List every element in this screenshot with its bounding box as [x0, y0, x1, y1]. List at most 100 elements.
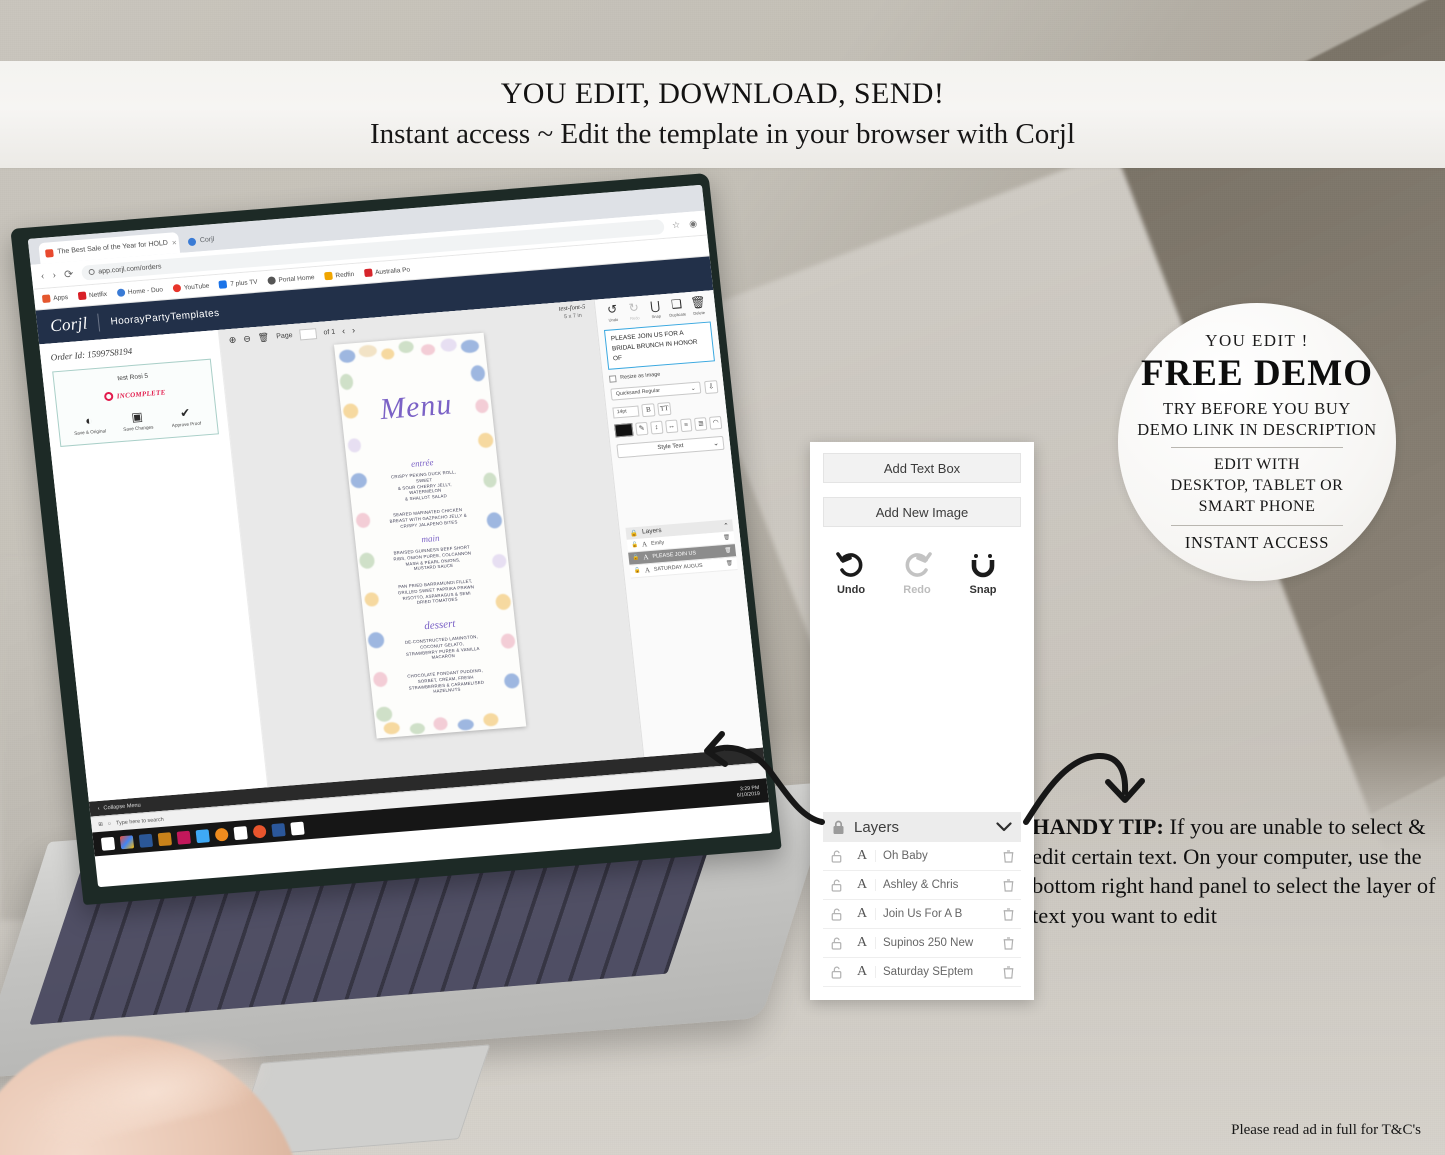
bookmark-item[interactable]: 7 plus TV [218, 278, 258, 289]
layer-row[interactable]: A Saturday SEptem [823, 958, 1021, 987]
taskbar-icon-folder[interactable] [195, 828, 210, 843]
bookmark-item[interactable]: Home - Duo [116, 285, 164, 297]
layer-row[interactable]: A Supinos 250 New [823, 929, 1021, 958]
badge-title: FREE DEMO [1140, 353, 1374, 395]
next-page-icon[interactable]: › [352, 325, 356, 335]
zoom-in-icon[interactable]: ⊕ [228, 334, 237, 346]
bookmark-item[interactable]: YouTube [172, 282, 210, 293]
zoom-out-icon[interactable]: ⊖ [243, 333, 252, 345]
taskbar-icon-explorer[interactable] [100, 836, 116, 851]
unlock-icon[interactable]: 🔓 [631, 542, 638, 549]
page-input[interactable] [298, 327, 318, 340]
save-changes-button[interactable]: ▣ Save Changes [113, 409, 161, 433]
laptop-screen: The Best Sale of the Year for HOLD × Cor… [27, 184, 773, 888]
add-new-image-button[interactable]: Add New Image [823, 497, 1021, 527]
unlock-icon[interactable] [823, 965, 849, 979]
eyedropper-icon[interactable]: ✎ [635, 421, 649, 436]
back-icon[interactable]: ‹ [40, 270, 45, 282]
redo-button[interactable]: Redo [895, 551, 939, 596]
menu-items-main-1: BRAISED GUINNESS BEEF SHORT RIBS, ONION … [393, 544, 472, 572]
bookmark-item[interactable]: Apps [41, 293, 69, 304]
chevron-down-icon[interactable] [996, 819, 1012, 836]
trash-icon[interactable] [995, 907, 1021, 921]
windows-start-icon[interactable]: ⊞ [98, 821, 103, 827]
unlock-icon[interactable]: 🔓 [634, 568, 641, 575]
align-center-icon[interactable]: ≣ [694, 416, 708, 431]
order-id-label: Order Id: 15997S8194 [50, 345, 133, 363]
style-text-select[interactable]: Style Text ⌄ [616, 435, 725, 459]
undo-button[interactable]: ↺ Undo [601, 302, 624, 324]
star-icon[interactable]: ☆ [672, 219, 681, 231]
duplicate-icon: ❏ [670, 296, 683, 312]
align-left-icon[interactable]: ≡ [679, 418, 693, 432]
undo-button[interactable]: Undo [829, 551, 873, 596]
chevron-up-icon[interactable]: ⌃ [723, 521, 729, 529]
taskbar-icon-app[interactable] [157, 831, 173, 846]
unlock-icon[interactable] [823, 936, 849, 950]
trash-icon[interactable]: 🗑 [257, 331, 270, 343]
unlock-icon[interactable] [823, 878, 849, 892]
menu-items-main-2: PAN FRIED BARRAMUNDI FILLET, GRILLED SWE… [397, 578, 475, 606]
approve-proof-button[interactable]: ✔ Approve Proof [162, 405, 210, 429]
header-subtitle: Instant access ~ Edit the template in yo… [369, 118, 1076, 151]
snap-button[interactable]: Snap [961, 551, 1005, 596]
order-card[interactable]: test Rosi 5 INCOMPLETE ◐ Save & Original… [52, 358, 219, 447]
bookmark-item[interactable]: Redfin [324, 270, 355, 281]
reload-icon[interactable]: ⟳ [63, 267, 74, 281]
text-color-swatch[interactable] [614, 422, 634, 438]
lock-icon[interactable]: 🔒 [632, 555, 639, 562]
snap-button[interactable]: ⋃ Snap [644, 299, 667, 320]
text-layer-icon: A [856, 935, 868, 950]
trash-icon[interactable]: 🗑 [726, 560, 733, 567]
trash-icon[interactable] [995, 878, 1021, 892]
save-original-button[interactable]: ◐ Save & Original [65, 413, 113, 437]
layers-header[interactable]: Layers [823, 812, 1021, 842]
magnet-icon [971, 554, 995, 578]
taskbar-icon-powerpoint[interactable] [271, 822, 286, 837]
duplicate-button[interactable]: ❏ Duplicate [665, 297, 688, 318]
prev-page-icon[interactable]: ‹ [342, 326, 346, 336]
line-height-icon[interactable]: ↕ [649, 420, 664, 435]
layer-name: Saturday SEptem [875, 966, 995, 978]
trash-icon[interactable] [995, 936, 1021, 950]
layer-row[interactable]: A Ashley & Chris [823, 871, 1021, 900]
editor-layer-name: PLEASE JOIN US [652, 550, 697, 560]
delete-button[interactable]: 🗑 Delete [687, 295, 710, 317]
curve-text-icon[interactable]: ◠ [709, 415, 723, 430]
add-text-box-button[interactable]: Add Text Box [823, 453, 1021, 483]
letter-spacing-icon[interactable]: ↔ [664, 419, 678, 434]
taskbar-icon-firefox[interactable] [252, 824, 267, 839]
unlock-icon[interactable] [823, 907, 849, 921]
taskbar-icon-app2[interactable] [176, 830, 191, 845]
forward-icon[interactable]: › [52, 269, 57, 281]
bookmark-item[interactable]: Australia Po [363, 265, 411, 278]
handy-tip-text: HANDY TIP: If you are unable to select &… [1032, 812, 1444, 931]
taskbar-icon-acrobat[interactable] [233, 825, 248, 840]
trash-icon[interactable]: 🗑 [724, 547, 731, 554]
font-download-button[interactable]: ⇩ [704, 379, 719, 394]
menu-template-canvas[interactable]: Menu entrée CRISPY PEKING DUCK ROLL, SWE… [333, 332, 527, 739]
taskbar-icon-chrome[interactable] [119, 834, 135, 849]
taskbar-icon-vlc[interactable] [214, 827, 229, 842]
close-icon[interactable]: × [171, 238, 177, 247]
font-family-select[interactable]: Quicksand Regular ⌄ [610, 381, 702, 401]
trash-icon[interactable]: 🗑 [723, 534, 730, 541]
unlock-icon[interactable] [823, 849, 849, 863]
selected-text-editor[interactable]: PLEASE JOIN US FOR A BRIDAL BRUNCH IN HO… [603, 321, 715, 370]
taskbar-icon-store[interactable] [138, 833, 154, 848]
arrow-to-laptop-icon [704, 731, 825, 825]
trash-icon[interactable] [995, 849, 1021, 863]
bookmark-item[interactable]: Portal Home [267, 273, 315, 285]
layer-row[interactable]: A Oh Baby [823, 842, 1021, 871]
checkbox-icon[interactable] [608, 374, 617, 383]
bold-icon[interactable]: B [641, 403, 656, 417]
badge-eyebrow: YOU EDIT ! [1205, 331, 1309, 351]
bookmark-item[interactable]: Netflix [77, 290, 108, 301]
profile-icon[interactable]: ◉ [689, 218, 698, 230]
text-case-icon[interactable]: TT [657, 401, 672, 416]
taskbar-icon-mail[interactable] [290, 821, 305, 836]
font-size-input[interactable]: 14pt [612, 405, 640, 419]
redo-button[interactable]: ↻ Redo [623, 300, 646, 322]
layer-row[interactable]: A Join Us For A B [823, 900, 1021, 929]
trash-icon[interactable] [995, 965, 1021, 979]
